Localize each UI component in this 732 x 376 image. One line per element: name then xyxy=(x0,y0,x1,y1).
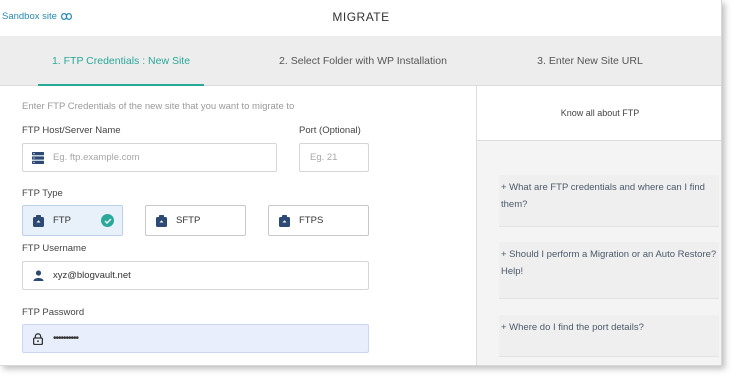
host-label: FTP Host/Server Name xyxy=(22,125,121,136)
step-tabs: 1. FTP Credentials : New Site 2. Select … xyxy=(0,36,721,86)
ftp-type-ftp-button[interactable]: FTP xyxy=(22,205,123,236)
tab-ftp-credentials[interactable]: 1. FTP Credentials : New Site xyxy=(38,36,204,86)
page-title: MIGRATE xyxy=(332,10,390,24)
help-panel: Know all about FTP + What are FTP creden… xyxy=(476,86,721,365)
faq-item-port-details[interactable]: + Where do I find the port details? xyxy=(499,315,719,357)
sftp-type-icon xyxy=(146,214,176,227)
faq-item-ftp-credentials[interactable]: + What are FTP credentials and where can… xyxy=(499,175,719,227)
tab-select-folder[interactable]: 2. Select Folder with WP Installation xyxy=(250,36,476,86)
ftp-type-ftps-button[interactable]: FTPS xyxy=(268,205,369,236)
username-value: xyz@blogvault.net xyxy=(53,270,131,281)
check-circle-icon xyxy=(101,214,114,227)
faq-list: + What are FTP credentials and where can… xyxy=(477,141,721,365)
ftp-type-sftp-label: SFTP xyxy=(176,215,201,226)
ftps-type-icon xyxy=(269,214,299,227)
username-label: FTP Username xyxy=(22,243,87,254)
port-placeholder: Eg. 21 xyxy=(310,152,338,163)
password-label: FTP Password xyxy=(22,307,85,318)
ftp-type-ftps-label: FTPS xyxy=(299,215,324,226)
host-input[interactable]: Eg. ftp.example.com xyxy=(22,143,277,172)
port-input[interactable]: Eg. 21 xyxy=(299,143,369,172)
tab-new-site-url[interactable]: 3. Enter New Site URL xyxy=(510,36,670,86)
port-label: Port (Optional) xyxy=(299,125,361,136)
server-icon xyxy=(23,151,53,164)
form-intro: Enter FTP Credentials of the new site th… xyxy=(22,101,295,112)
user-icon xyxy=(23,270,53,281)
host-placeholder: Eg. ftp.example.com xyxy=(53,152,140,163)
faq-item-migration-or-restore[interactable]: + Should I perform a Migration or an Aut… xyxy=(499,242,719,299)
top-bar: Sandbox site MIGRATE xyxy=(0,0,721,36)
lock-icon xyxy=(23,332,53,345)
help-heading: Know all about FTP xyxy=(477,86,721,141)
ftp-type-sftp-button[interactable]: SFTP xyxy=(145,205,246,236)
migrate-window: Sandbox site MIGRATE 1. FTP Credentials … xyxy=(0,0,722,366)
ftp-form: Enter FTP Credentials of the new site th… xyxy=(0,86,476,365)
password-input[interactable]: •••••••••• xyxy=(22,324,369,353)
ftp-type-ftp-label: FTP xyxy=(53,215,71,226)
ftp-type-label: FTP Type xyxy=(22,188,63,199)
ftp-type-icon xyxy=(23,214,53,227)
username-input[interactable]: xyz@blogvault.net xyxy=(22,261,369,290)
password-value: •••••••••• xyxy=(53,333,79,344)
